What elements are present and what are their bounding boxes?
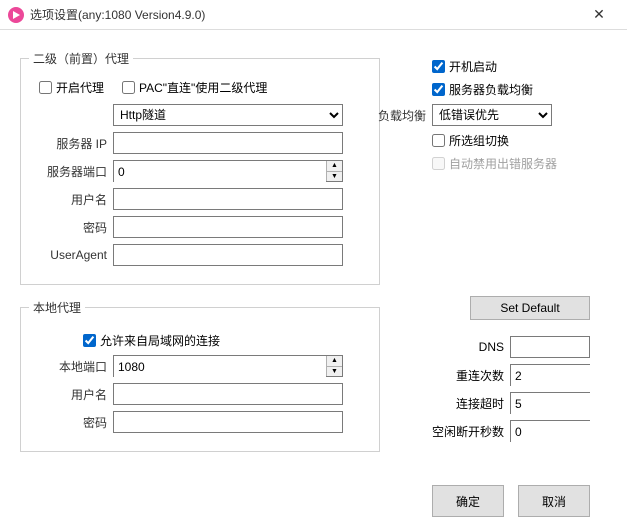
pac-direct-input[interactable]: [122, 81, 135, 94]
local-proxy-legend: 本地代理: [29, 299, 85, 316]
dns-label: DNS: [432, 340, 504, 354]
spin-down-icon[interactable]: ▼: [327, 172, 342, 182]
spin-up-icon[interactable]: ▲: [327, 356, 342, 367]
server-ip-label: 服务器 IP: [29, 135, 107, 152]
lb-select[interactable]: 低错误优先: [432, 104, 552, 126]
disable-error-checkbox: 自动禁用出错服务器: [432, 155, 557, 172]
disable-error-input: [432, 157, 445, 170]
proxy2-legend: 二级（前置）代理: [29, 50, 133, 67]
timeout-label: 连接超时: [432, 395, 504, 412]
proxy-type-select[interactable]: Http隧道: [113, 104, 343, 126]
proxy2-group: 二级（前置）代理 开启代理 PAC"直连"使用二级代理 Http隧道 服务器: [20, 50, 380, 285]
retry-spinner[interactable]: ▲ ▼: [510, 364, 590, 386]
server-port-input[interactable]: [114, 161, 326, 183]
group-switch-checkbox[interactable]: 所选组切换: [432, 132, 509, 149]
autostart-checkbox[interactable]: 开机启动: [432, 58, 497, 75]
server-port-label: 服务器端口: [29, 163, 107, 180]
window-title: 选项设置(any:1080 Version4.9.0): [30, 6, 579, 23]
proxy-pass-input[interactable]: [113, 216, 343, 238]
loadbalance-checkbox[interactable]: 服务器负载均衡: [432, 81, 533, 98]
enable-proxy-input[interactable]: [39, 81, 52, 94]
local-port-label: 本地端口: [29, 358, 107, 375]
idle-label: 空闲断开秒数: [432, 423, 504, 440]
dns-input[interactable]: [510, 336, 590, 358]
cancel-button[interactable]: 取消: [518, 485, 590, 517]
timeout-input[interactable]: [511, 393, 627, 415]
allow-lan-input[interactable]: [83, 334, 96, 347]
enable-proxy-checkbox[interactable]: 开启代理: [39, 79, 104, 96]
spin-up-icon[interactable]: ▲: [327, 161, 342, 172]
allow-lan-checkbox[interactable]: 允许来自局域网的连接: [83, 332, 220, 349]
local-port-input[interactable]: [114, 356, 326, 378]
timeout-spinner[interactable]: ▲ ▼: [510, 392, 590, 414]
local-pass-label: 密码: [29, 414, 107, 431]
set-default-button[interactable]: Set Default: [470, 296, 590, 320]
pac-direct-checkbox[interactable]: PAC"直连"使用二级代理: [122, 79, 267, 96]
idle-input[interactable]: [511, 421, 627, 443]
proxy-pass-label: 密码: [29, 219, 107, 236]
loadbalance-input[interactable]: [432, 83, 445, 96]
server-port-spinner[interactable]: ▲ ▼: [113, 160, 343, 182]
ok-button[interactable]: 确定: [432, 485, 504, 517]
lb-label: 负载均衡: [374, 107, 426, 124]
group-switch-input[interactable]: [432, 134, 445, 147]
local-port-spinner[interactable]: ▲ ▼: [113, 355, 343, 377]
local-user-label: 用户名: [29, 386, 107, 403]
spin-down-icon[interactable]: ▼: [327, 367, 342, 377]
close-icon[interactable]: ✕: [579, 6, 619, 23]
local-user-input[interactable]: [113, 383, 343, 405]
title-bar: 选项设置(any:1080 Version4.9.0) ✕: [0, 0, 627, 30]
idle-spinner[interactable]: ▲ ▼: [510, 420, 590, 442]
retry-label: 重连次数: [432, 367, 504, 384]
useragent-input[interactable]: [113, 244, 343, 266]
useragent-label: UserAgent: [29, 248, 107, 262]
server-ip-input[interactable]: [113, 132, 343, 154]
autostart-input[interactable]: [432, 60, 445, 73]
local-pass-input[interactable]: [113, 411, 343, 433]
app-icon: [8, 7, 24, 23]
retry-input[interactable]: [511, 365, 627, 387]
proxy-user-label: 用户名: [29, 191, 107, 208]
local-proxy-group: 本地代理 允许来自局域网的连接 本地端口 ▲ ▼ 用户名: [20, 299, 380, 452]
proxy-user-input[interactable]: [113, 188, 343, 210]
